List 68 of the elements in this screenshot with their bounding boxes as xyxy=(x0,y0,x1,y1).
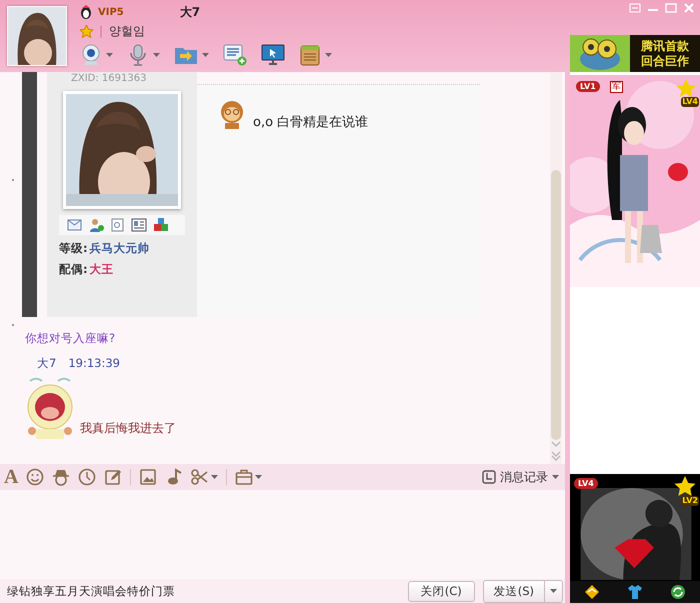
star-icon xyxy=(80,24,93,38)
spouse-value: 大王 xyxy=(90,262,114,277)
caret-icon xyxy=(211,475,218,479)
shirt-icon[interactable] xyxy=(626,584,643,600)
star-icon xyxy=(676,79,696,98)
notepad-icon xyxy=(299,44,321,66)
message-add-icon xyxy=(223,44,247,66)
message-input-field[interactable] xyxy=(0,490,565,579)
maximize-button[interactable] xyxy=(664,2,678,14)
music-note-icon[interactable] xyxy=(165,468,184,486)
sender-name: 大7 xyxy=(37,356,56,371)
close-button[interactable]: 关闭(C) xyxy=(408,580,475,602)
caret-icon xyxy=(202,53,209,57)
mail-icon[interactable] xyxy=(67,218,83,232)
penguin-icon xyxy=(80,5,92,19)
webcam-icon xyxy=(80,44,102,66)
diamond-icon[interactable] xyxy=(584,584,600,600)
monitor-icon xyxy=(261,44,285,66)
caret-icon xyxy=(325,53,332,57)
contact-name: 大7 xyxy=(180,4,200,20)
caret-icon xyxy=(552,475,559,479)
smiley-icon[interactable] xyxy=(26,468,44,486)
font-button[interactable]: A xyxy=(4,468,18,486)
level-label: 等级: xyxy=(59,241,88,256)
microphone-button[interactable] xyxy=(127,44,160,66)
message-button[interactable] xyxy=(223,44,247,66)
blocks-icon[interactable] xyxy=(153,218,169,232)
level-label: LV2 xyxy=(681,496,699,506)
caret-icon xyxy=(106,53,113,57)
search-icon[interactable] xyxy=(111,218,125,232)
level-value: 兵马大元帅 xyxy=(90,241,150,256)
microphone-icon xyxy=(127,44,149,66)
message-text: o,o 白骨精是在说谁 xyxy=(253,114,368,131)
pin-button[interactable] xyxy=(628,2,642,14)
hat-face-icon[interactable] xyxy=(52,468,70,486)
close-button[interactable] xyxy=(682,2,696,14)
caret-icon xyxy=(153,53,160,57)
add-friend-icon[interactable] xyxy=(89,218,105,232)
edit-icon[interactable] xyxy=(104,468,122,486)
briefcase-icon[interactable] xyxy=(235,468,254,486)
refresh-icon[interactable] xyxy=(670,584,686,600)
notepad-button[interactable] xyxy=(299,44,332,66)
signature: 양헐임 xyxy=(109,22,146,40)
profile-icon[interactable] xyxy=(131,218,147,232)
level-label: LV4 xyxy=(681,97,699,107)
message-text: 我真后悔我进去了 xyxy=(80,420,176,437)
message-history-button[interactable]: 消息记录 xyxy=(482,468,559,486)
ad-text: 腾讯首款 xyxy=(641,38,689,54)
ad-link[interactable]: 绿钻独享五月天演唱会特价门票 xyxy=(7,584,175,598)
camera-button[interactable] xyxy=(80,44,113,66)
caret-icon xyxy=(255,475,262,479)
level-badge: LV4 xyxy=(574,478,598,489)
scissors-icon[interactable] xyxy=(191,468,210,486)
screen-button[interactable] xyxy=(261,44,285,66)
level-badge: LV1 xyxy=(576,81,600,92)
message-time: 19:13:39 xyxy=(68,356,120,371)
star-icon xyxy=(674,476,696,497)
ad-text: 回合巨作 xyxy=(641,54,689,68)
rank-badge: 军 xyxy=(610,81,623,93)
separator: | xyxy=(99,24,104,38)
spouse-label: 配偶: xyxy=(59,262,88,277)
history-icon xyxy=(482,470,496,484)
caret-icon xyxy=(550,589,557,593)
frog-logo-icon xyxy=(577,36,623,70)
message-text: 你想对号入座嘛? xyxy=(25,331,116,346)
vip-label: VIP5 xyxy=(98,6,124,18)
image-icon[interactable] xyxy=(139,468,158,486)
user-id: ZXID: 1691363 xyxy=(71,73,146,85)
